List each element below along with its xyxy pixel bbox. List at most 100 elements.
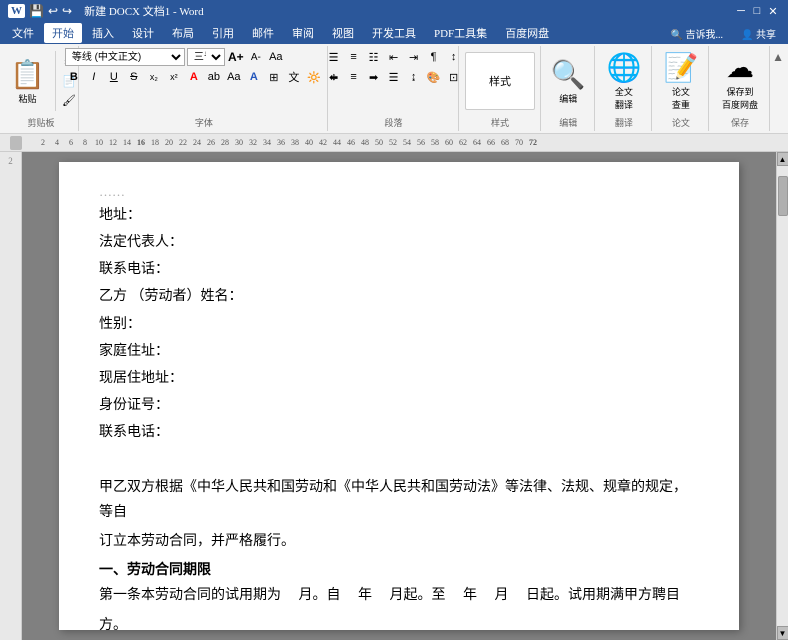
- menu-file[interactable]: 文件: [4, 23, 42, 43]
- save-content: ☁ 保存到百度网盘: [713, 48, 768, 114]
- increase-indent-button[interactable]: ⇥: [405, 48, 423, 66]
- change-case-button[interactable]: Aa: [225, 68, 243, 86]
- close-button[interactable]: ✕: [766, 4, 780, 18]
- font-size-select[interactable]: 三号 小三 四号: [187, 48, 225, 66]
- list-multilevel-button[interactable]: ☷: [365, 48, 383, 66]
- ruler-64: 64: [470, 138, 484, 147]
- doc-line-id: 身份证号：: [99, 393, 699, 418]
- scroll-thumb[interactable]: [778, 176, 788, 216]
- clipboard-label: 剪贴板: [28, 116, 55, 129]
- save-baidu-button[interactable]: ☁ 保存到百度网盘: [713, 50, 768, 112]
- font-color-button[interactable]: A: [185, 68, 203, 86]
- scroll-down-button[interactable]: ▼: [777, 626, 788, 640]
- decrease-indent-button[interactable]: ⇤: [385, 48, 403, 66]
- superscript-button[interactable]: x²: [165, 68, 183, 86]
- italic-button[interactable]: I: [85, 68, 103, 86]
- font-row-1: 等线 (中文正文) 三号 小三 四号 A+ A- Aa: [65, 48, 285, 66]
- doc-line-current-addr: 现居住地址：: [99, 366, 699, 391]
- menu-home[interactable]: 开始: [44, 23, 82, 43]
- menu-share[interactable]: 👤 共享: [733, 24, 784, 43]
- menu-references[interactable]: 引用: [204, 23, 242, 43]
- translate-label: 全文翻译: [615, 85, 633, 111]
- decrease-font-button[interactable]: A-: [247, 48, 265, 66]
- align-left-button[interactable]: ⬅: [325, 68, 343, 86]
- align-right-button[interactable]: ➡: [365, 68, 383, 86]
- translate-icon: 🌐: [606, 51, 641, 85]
- subscript-button[interactable]: x₂: [145, 68, 163, 86]
- scrollbar-right[interactable]: ▲ ▼: [776, 152, 788, 640]
- document-area: 2 …… 地址： 法定代表人： 联系电话： 乙方 （劳动者）姓名： 性别： 家庭…: [0, 152, 788, 640]
- paper-icon: 📝: [663, 51, 698, 85]
- app-icon: W: [8, 4, 25, 18]
- font-family-select[interactable]: 等线 (中文正文): [65, 48, 185, 66]
- ribbon-style-group: 样式 样式: [461, 46, 541, 131]
- shading-button[interactable]: 🎨: [425, 68, 443, 86]
- list-bullet-button[interactable]: ☰: [325, 48, 343, 66]
- maximize-button[interactable]: □: [750, 4, 764, 18]
- font-row-2: B I U S x₂ x² A ab Aa A ⊞ 文 🔆 ↕: [65, 68, 343, 86]
- title-text: 新建 DOCX 文档1 - Word: [84, 3, 204, 19]
- quick-access-redo[interactable]: ↪: [62, 4, 72, 19]
- doc-line-party-b: 乙方 （劳动者）姓名：: [99, 284, 699, 309]
- ruler-22: 22: [176, 138, 190, 147]
- edit-label-bottom: 编辑: [559, 116, 577, 129]
- menu-tell-me[interactable]: 🔍 吉诉我...: [663, 24, 731, 43]
- paper-label: 论文查重: [672, 85, 690, 111]
- quick-access-undo[interactable]: ↩: [48, 4, 58, 19]
- ruler-66: 66: [484, 138, 498, 147]
- title-bar-left: W 💾 ↩ ↪ 新建 DOCX 文档1 - Word: [8, 3, 204, 19]
- scroll-up-button[interactable]: ▲: [777, 152, 788, 166]
- translate-label-bottom: 翻译: [615, 116, 633, 129]
- char-shading-button[interactable]: 🔆: [305, 68, 323, 86]
- align-justify-button[interactable]: ☰: [385, 68, 403, 86]
- scroll-track[interactable]: [777, 166, 788, 626]
- clear-format-button[interactable]: Aa: [267, 48, 285, 66]
- strikethrough-button[interactable]: S: [125, 68, 143, 86]
- doc-page[interactable]: …… 地址： 法定代表人： 联系电话： 乙方 （劳动者）姓名： 性别： 家庭住址…: [59, 162, 739, 630]
- menu-pdf[interactable]: PDF工具集: [426, 23, 495, 43]
- ruler-2: 2: [36, 138, 50, 147]
- edit-button[interactable]: 🔍 编辑: [545, 50, 592, 112]
- highlight-button[interactable]: ab: [205, 68, 223, 86]
- align-center-button[interactable]: ≡: [345, 68, 363, 86]
- ruler-48: 48: [358, 138, 372, 147]
- ribbon-collapse-button[interactable]: ▲: [772, 46, 784, 131]
- menu-view[interactable]: 视图: [324, 23, 362, 43]
- bold-button[interactable]: B: [65, 68, 83, 86]
- full-translate-button[interactable]: 🌐 全文翻译: [599, 50, 649, 112]
- font-color2-button[interactable]: A: [245, 68, 263, 86]
- phonetic-button[interactable]: 文: [285, 68, 303, 86]
- ruler-38: 38: [288, 138, 302, 147]
- menu-developer[interactable]: 开发工具: [364, 23, 424, 43]
- border-button[interactable]: ⊞: [265, 68, 283, 86]
- menu-review[interactable]: 审阅: [284, 23, 322, 43]
- minimize-button[interactable]: ─: [734, 4, 748, 18]
- style-box[interactable]: 样式: [465, 52, 535, 110]
- paste-button[interactable]: 📋 粘贴: [4, 50, 51, 112]
- para-row-1: ☰ ≡ ☷ ⇤ ⇥ ¶ ↕: [325, 48, 463, 66]
- menu-layout[interactable]: 布局: [164, 23, 202, 43]
- title-bar: W 💾 ↩ ↪ 新建 DOCX 文档1 - Word ─ □ ✕: [0, 0, 788, 22]
- increase-font-button[interactable]: A+: [227, 48, 245, 66]
- line-spacing-button[interactable]: ↨: [405, 68, 423, 86]
- paper-content: 📝 论文查重: [656, 48, 706, 114]
- doc-top-fade: ……: [99, 182, 699, 203]
- menu-insert[interactable]: 插入: [84, 23, 122, 43]
- ruler-8: 8: [78, 138, 92, 147]
- underline-button[interactable]: U: [105, 68, 123, 86]
- list-number-button[interactable]: ≡: [345, 48, 363, 66]
- ruler-12: 12: [106, 138, 120, 147]
- ruler-24: 24: [190, 138, 204, 147]
- show-formatting-button[interactable]: ¶: [425, 48, 443, 66]
- menu-baidu[interactable]: 百度网盘: [497, 23, 557, 43]
- menu-design[interactable]: 设计: [124, 23, 162, 43]
- save-label-bottom: 保存: [731, 116, 749, 129]
- doc-content-area[interactable]: …… 地址： 法定代表人： 联系电话： 乙方 （劳动者）姓名： 性别： 家庭住址…: [22, 152, 776, 640]
- ruler-28: 28: [218, 138, 232, 147]
- ruler-34: 34: [260, 138, 274, 147]
- ruler-62: 62: [456, 138, 470, 147]
- menu-mailings[interactable]: 邮件: [244, 23, 282, 43]
- quick-access-save[interactable]: 💾: [29, 4, 44, 19]
- ribbon-save-group: ☁ 保存到百度网盘 保存: [711, 46, 770, 131]
- paper-check-button[interactable]: 📝 论文查重: [656, 50, 706, 112]
